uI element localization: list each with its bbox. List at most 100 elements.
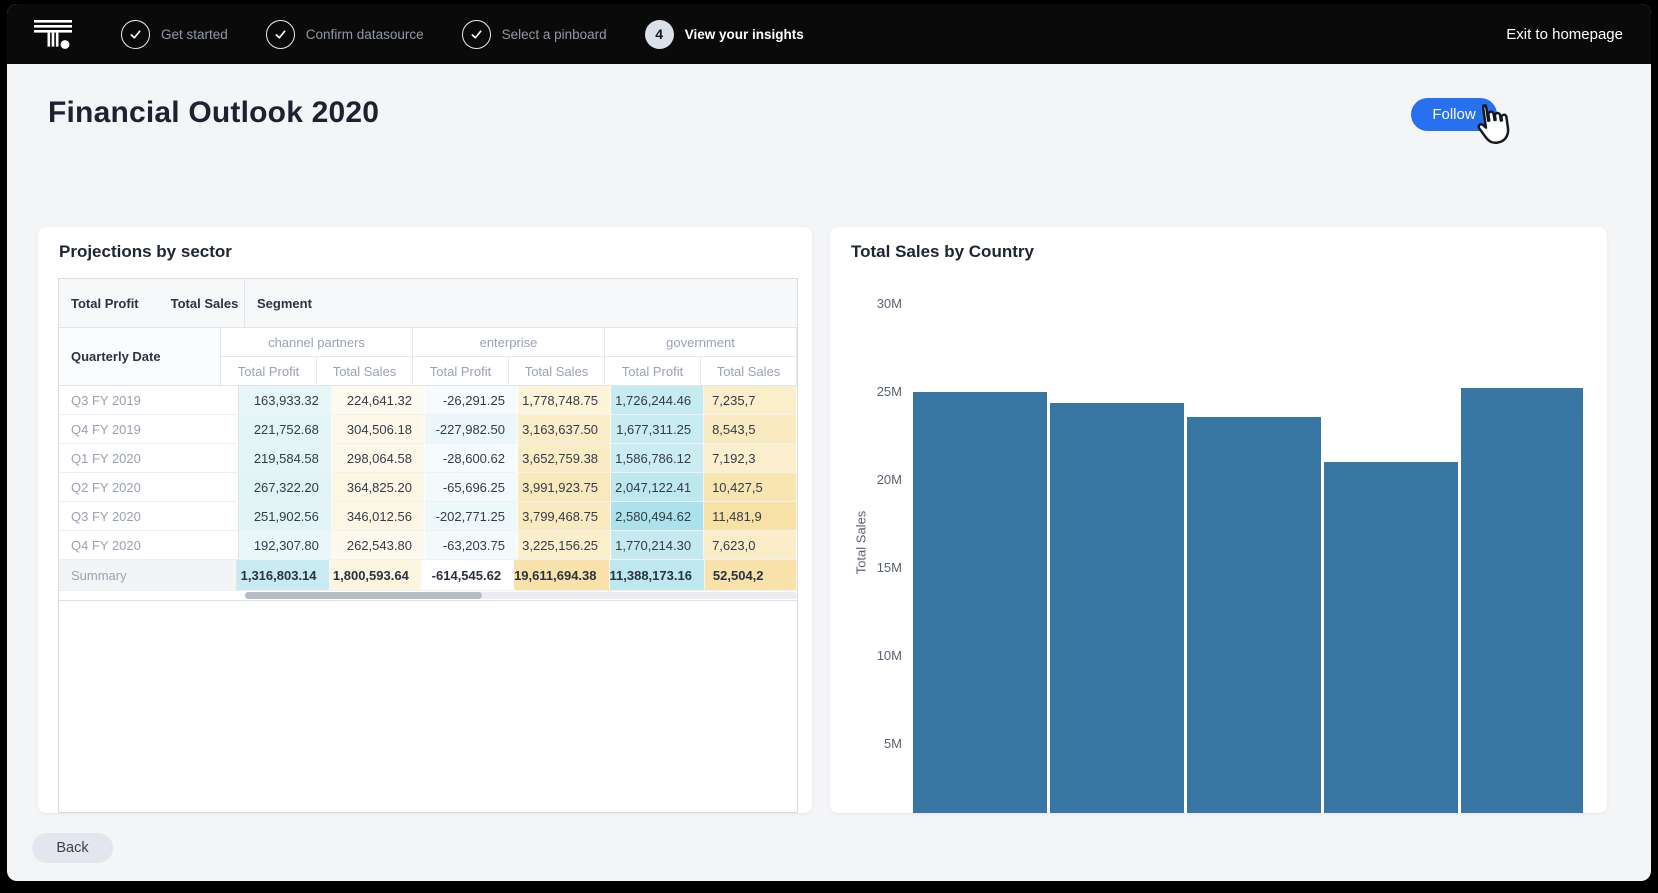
- table-cell: 262,543.80: [332, 531, 425, 560]
- table-cell: 267,322.20: [239, 473, 332, 502]
- row-label: Q3 FY 2019: [59, 386, 239, 415]
- table-cell: 346,012.56: [332, 502, 425, 531]
- bar-plot: [913, 227, 1583, 813]
- step-1[interactable]: Get started: [121, 20, 228, 49]
- table-cell: -227,982.50: [425, 415, 518, 444]
- row-label: Q2 FY 2020: [59, 473, 239, 502]
- column-header-0-1: Total Sales: [317, 357, 413, 386]
- y-tick-15M: 15M: [858, 560, 902, 575]
- table-cell: 2,047,122.41: [611, 473, 704, 502]
- table-row: Q4 FY 2020192,307.80262,543.80-63,203.75…: [59, 531, 797, 560]
- column-header-2-0: Total Profit: [605, 357, 701, 386]
- table-cell: 11,388,173.16: [610, 560, 705, 591]
- table-cell: 11,481,9: [704, 502, 797, 531]
- step-label: View your insights: [685, 27, 804, 42]
- y-tick-30M: 30M: [858, 296, 902, 311]
- y-tick-20M: 20M: [858, 472, 902, 487]
- projections-table: Total Profit Total Sales Segment Quarter…: [58, 278, 798, 813]
- column-header-1-0: Total Profit: [413, 357, 509, 386]
- bar-1[interactable]: [913, 392, 1047, 813]
- table-cell: -65,696.25: [425, 473, 518, 502]
- y-axis-ticks: 30M25M20M15M10M5M: [858, 227, 902, 813]
- exit-to-homepage-link[interactable]: Exit to homepage: [1506, 26, 1623, 43]
- table-cell: 1,800,593.64: [330, 560, 422, 591]
- table-cell: 1,586,786.12: [611, 444, 704, 473]
- table-cell: 1,770,214.30: [611, 531, 704, 560]
- row-label: Q3 FY 2020: [59, 502, 239, 531]
- table-cell: 3,799,468.75: [518, 502, 611, 531]
- table-cell: 1,316,803.14: [237, 560, 329, 591]
- check-icon: [121, 20, 150, 49]
- row-label: Q1 FY 2020: [59, 444, 239, 473]
- segment-header: Segment: [245, 279, 797, 327]
- back-button[interactable]: Back: [32, 833, 113, 863]
- measure-total-profit: Total Profit: [71, 296, 139, 311]
- step-label: Get started: [161, 27, 228, 42]
- table-cell: 1,726,244.46: [611, 386, 704, 415]
- table-measures-header: Total Profit Total Sales: [59, 279, 245, 327]
- group-header-2: government: [605, 328, 797, 357]
- row-label: Summary: [59, 560, 237, 591]
- table-cell: 163,933.32: [239, 386, 332, 415]
- bar-3[interactable]: [1187, 417, 1321, 813]
- table-cell: -63,203.75: [425, 531, 518, 560]
- table-cell: 192,307.80: [239, 531, 332, 560]
- measure-total-sales: Total Sales: [171, 296, 239, 311]
- table-row: Q3 FY 2019163,933.32224,641.32-26,291.25…: [59, 386, 797, 415]
- table-cell: -28,600.62: [425, 444, 518, 473]
- step-4[interactable]: 4 View your insights: [645, 20, 804, 49]
- table-cell: 251,902.56: [239, 502, 332, 531]
- top-bar: Get started Confirm datasource Select a pi…: [7, 4, 1651, 64]
- group-header-1: enterprise: [413, 328, 605, 357]
- table-row: Q2 FY 2020267,322.20364,825.20-65,696.25…: [59, 473, 797, 502]
- table-cell: 3,652,759.38: [518, 444, 611, 473]
- y-tick-10M: 10M: [858, 648, 902, 663]
- step-label: Select a pinboard: [502, 27, 607, 42]
- row-label: Q4 FY 2019: [59, 415, 239, 444]
- y-tick-5M: 5M: [858, 736, 902, 751]
- bar-4[interactable]: [1324, 462, 1458, 813]
- check-icon: [266, 20, 295, 49]
- step-2[interactable]: Confirm datasource: [266, 20, 424, 49]
- column-header-0-0: Total Profit: [221, 357, 317, 386]
- table-cell: 1,677,311.25: [611, 415, 704, 444]
- table-cell: 219,584.58: [239, 444, 332, 473]
- table-cell: 52,504,2: [705, 560, 797, 591]
- table-cell: 10,427,5: [704, 473, 797, 502]
- table-cell: 3,991,923.75: [518, 473, 611, 502]
- follow-button[interactable]: Follow: [1411, 98, 1497, 131]
- table-row: Q4 FY 2019221,752.68304,506.18-227,982.5…: [59, 415, 797, 444]
- step-number: 4: [645, 20, 674, 49]
- table-cell: -614,545.62: [422, 560, 514, 591]
- row-label: Q4 FY 2020: [59, 531, 239, 560]
- thoughtspot-logo: [33, 15, 73, 53]
- table-row: Q1 FY 2020219,584.58298,064.58-28,600.62…: [59, 444, 797, 473]
- bar-2[interactable]: [1050, 403, 1184, 813]
- table-body: Q3 FY 2019163,933.32224,641.32-26,291.25…: [59, 386, 797, 591]
- table-cell: 3,163,637.50: [518, 415, 611, 444]
- scrollbar-thumb[interactable]: [245, 592, 482, 599]
- table-subheader-row: Quarterly Date channel partnersenterpris…: [59, 328, 797, 386]
- step-3[interactable]: Select a pinboard: [462, 20, 607, 49]
- table-cell: 7,192,3: [704, 444, 797, 473]
- sales-chart-card: Total Sales by Country Total Sales 30M25…: [830, 227, 1607, 813]
- table-cell: 224,641.32: [332, 386, 425, 415]
- setup-stepper: Get started Confirm datasource Select a pi…: [121, 20, 804, 49]
- summary-row: Summary1,316,803.141,800,593.64-614,545.…: [59, 560, 797, 591]
- table-cell: 364,825.20: [332, 473, 425, 502]
- table-header-row: Total Profit Total Sales Segment: [59, 279, 797, 328]
- table-cell: -202,771.25: [425, 502, 518, 531]
- check-icon: [462, 20, 491, 49]
- table-cell: 2,580,494.62: [611, 502, 704, 531]
- group-header-0: channel partners: [221, 328, 413, 357]
- segment-group-headers: channel partnersenterprisegovernment: [221, 328, 797, 357]
- column-header-1-1: Total Sales: [509, 357, 605, 386]
- table-horizontal-scrollbar: [59, 591, 797, 601]
- table-cell: 298,064.58: [332, 444, 425, 473]
- step-label: Confirm datasource: [306, 27, 424, 42]
- projections-card-title: Projections by sector: [59, 242, 232, 262]
- table-cell: 19,611,694.38: [514, 560, 609, 591]
- bar-5[interactable]: [1461, 388, 1583, 813]
- table-row: Q3 FY 2020251,902.56346,012.56-202,771.2…: [59, 502, 797, 531]
- measure-column-headers: Total ProfitTotal SalesTotal ProfitTotal…: [221, 357, 797, 386]
